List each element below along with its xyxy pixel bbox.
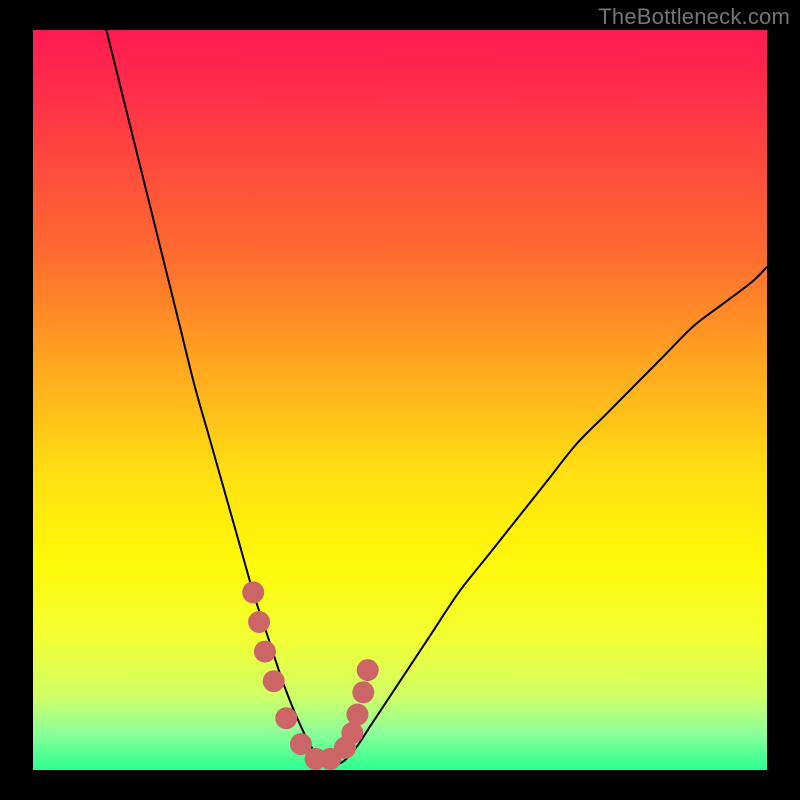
watermark-text: TheBottleneck.com — [598, 4, 790, 30]
gradient-background — [33, 30, 767, 770]
bottleneck-chart — [0, 0, 800, 800]
bottleneck-marker — [357, 659, 379, 681]
bottleneck-marker — [254, 641, 276, 663]
bottleneck-marker — [346, 704, 368, 726]
chart-container: TheBottleneck.com — [0, 0, 800, 800]
bottleneck-marker — [242, 581, 264, 603]
bottleneck-marker — [248, 611, 270, 633]
bottleneck-marker — [341, 722, 363, 744]
bottleneck-marker — [352, 681, 374, 703]
bottleneck-marker — [263, 670, 285, 692]
bottleneck-marker — [275, 707, 297, 729]
